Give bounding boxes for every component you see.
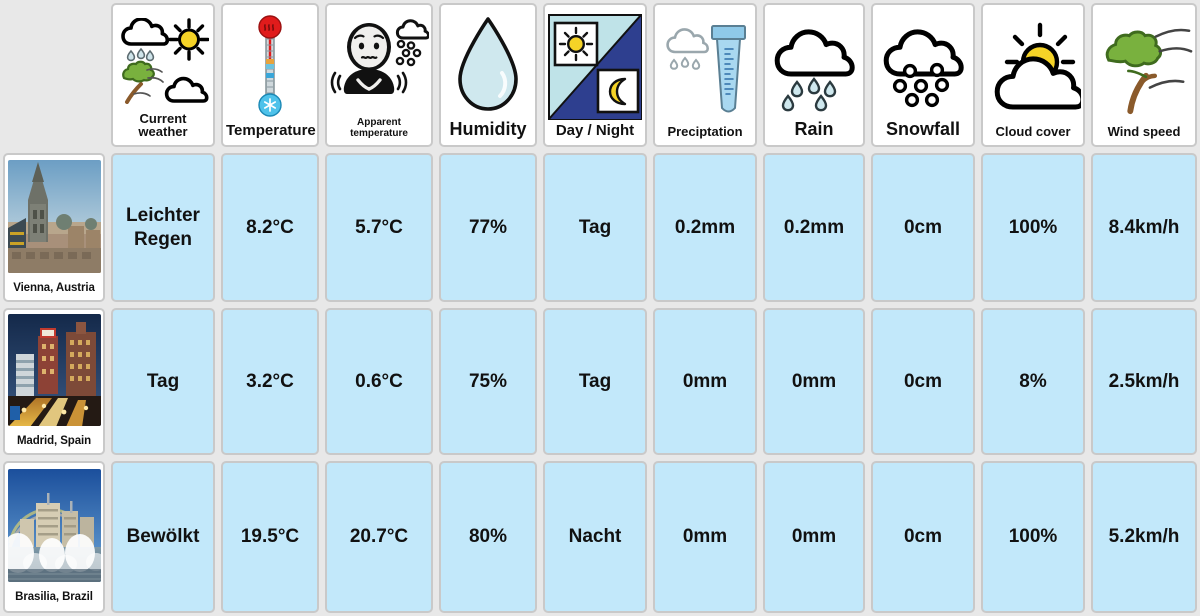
- city-cell[interactable]: Brasilia, Brazil: [3, 461, 105, 613]
- table-corner-cell: [0, 0, 108, 150]
- value-snowfall: 0cm: [871, 153, 975, 302]
- value-humidity: 80%: [439, 461, 537, 613]
- value-precipitation: 0.2mm: [653, 153, 757, 302]
- value-cloud-cover: 100%: [981, 153, 1085, 302]
- column-header-label: Day / Night: [555, 122, 635, 140]
- value-current-weather: Bewölkt: [111, 461, 215, 613]
- windy-tree-icon: [1095, 10, 1193, 125]
- city-cell[interactable]: Madrid, Spain: [3, 308, 105, 455]
- value-snowfall: 0cm: [871, 308, 975, 455]
- column-header-cloud-cover: Cloud cover: [981, 3, 1085, 147]
- day-night-icon: [547, 10, 643, 123]
- column-header-humidity: Humidity: [439, 3, 537, 147]
- column-header-label: Cloud cover: [995, 124, 1071, 140]
- value-temperature: 19.5°C: [221, 461, 319, 613]
- city-photo-vienna: [7, 159, 101, 273]
- value-wind-speed: 5.2km/h: [1091, 461, 1197, 613]
- column-header-rain: Rain: [763, 3, 865, 147]
- column-header-label: Temperature: [226, 122, 316, 140]
- value-precipitation: 0mm: [653, 461, 757, 613]
- column-header-day-night: Day / Night: [543, 3, 647, 147]
- value-apparent-temperature: 5.7°C: [325, 153, 433, 302]
- column-header-wind-speed: Wind speed: [1091, 3, 1197, 147]
- column-header-current-weather: Current weather: [111, 3, 215, 147]
- column-header-label: Rain: [794, 119, 834, 140]
- value-apparent-temperature: 0.6°C: [325, 308, 433, 455]
- value-wind-speed: 8.4km/h: [1091, 153, 1197, 302]
- value-humidity: 77%: [439, 153, 537, 302]
- column-header-label: Preciptation: [667, 124, 743, 140]
- column-header-label: Apparent temperature: [350, 117, 408, 139]
- value-rain: 0.2mm: [763, 153, 865, 302]
- value-precipitation: 0mm: [653, 308, 757, 455]
- column-header-snowfall: Snowfall: [871, 3, 975, 147]
- value-humidity: 75%: [439, 308, 537, 455]
- value-day-night: Nacht: [543, 461, 647, 613]
- column-header-temperature: Temperature: [221, 3, 319, 147]
- city-name: Madrid, Spain: [16, 435, 92, 447]
- shivering-person-icon: [329, 10, 429, 118]
- value-wind-speed: 2.5km/h: [1091, 308, 1197, 455]
- value-snowfall: 0cm: [871, 461, 975, 613]
- column-header-label: Snowfall: [885, 119, 960, 140]
- value-rain: 0mm: [763, 461, 865, 613]
- city-cell[interactable]: Vienna, Austria: [3, 153, 105, 302]
- column-header-label: Current weather: [138, 110, 188, 140]
- value-temperature: 8.2°C: [221, 153, 319, 302]
- value-cloud-cover: 8%: [981, 308, 1085, 455]
- city-photo-brasilia: [7, 469, 101, 582]
- value-apparent-temperature: 20.7°C: [325, 461, 433, 613]
- sun-cloud-icon: [985, 10, 1081, 125]
- value-day-night: Tag: [543, 153, 647, 302]
- thermometer-icon: [225, 10, 315, 123]
- column-header-apparent-temperature: Apparent temperature: [325, 3, 433, 147]
- column-header-label: Humidity: [449, 119, 527, 140]
- value-cloud-cover: 100%: [981, 461, 1085, 613]
- snow-cloud-icon: [875, 10, 971, 120]
- water-drop-icon: [443, 10, 533, 120]
- rain-cloud-icon: [767, 10, 861, 120]
- value-day-night: Tag: [543, 308, 647, 455]
- column-header-precipitation: Preciptation: [653, 3, 757, 147]
- column-header-label: Wind speed: [1107, 124, 1181, 140]
- weather-comparison-table: Current weather Temperature Apparent tem…: [0, 0, 1200, 616]
- city-name: Brasilia, Brazil: [15, 591, 93, 603]
- city-photo-madrid: [7, 314, 101, 426]
- value-rain: 0mm: [763, 308, 865, 455]
- value-current-weather: Tag: [111, 308, 215, 455]
- value-current-weather: Leichter Regen: [111, 153, 215, 302]
- mixed-weather-icon: [115, 10, 211, 112]
- rain-gauge-icon: [657, 10, 753, 125]
- city-name: Vienna, Austria: [13, 281, 95, 294]
- value-temperature: 3.2°C: [221, 308, 319, 455]
